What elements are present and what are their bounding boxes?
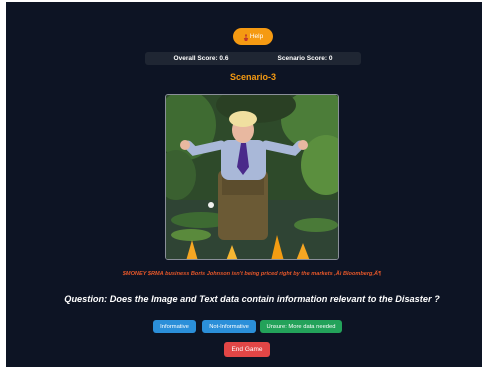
tweet-text: $MONEY $RMA business Boris Johnson isn't…: [122, 271, 382, 277]
help-label: Help: [249, 33, 264, 40]
game-screen: Help Overall Score: 0.6 Scenario Score: …: [6, 2, 482, 367]
informative-button[interactable]: Informative: [153, 320, 196, 333]
score-bar: Overall Score: 0.6 Scenario Score: 0: [145, 52, 361, 65]
question-text: Question: Does the Image and Text data c…: [64, 294, 440, 304]
scenario-title: Scenario-3: [229, 72, 277, 82]
scenario-photo: [166, 95, 338, 259]
end-game-button[interactable]: End Game: [224, 342, 270, 357]
help-button[interactable]: Help: [233, 28, 273, 45]
scenario-image: [165, 94, 339, 260]
not-informative-button[interactable]: Not-Informative: [202, 320, 256, 333]
answer-options: Informative Not-Informative Unsure: More…: [6, 320, 482, 334]
overall-score: Overall Score: 0.6: [173, 55, 229, 62]
unsure-button[interactable]: Unsure: More data needed: [260, 320, 342, 333]
wrench-icon: [243, 33, 249, 41]
scenario-score: Scenario Score: 0: [277, 55, 333, 62]
